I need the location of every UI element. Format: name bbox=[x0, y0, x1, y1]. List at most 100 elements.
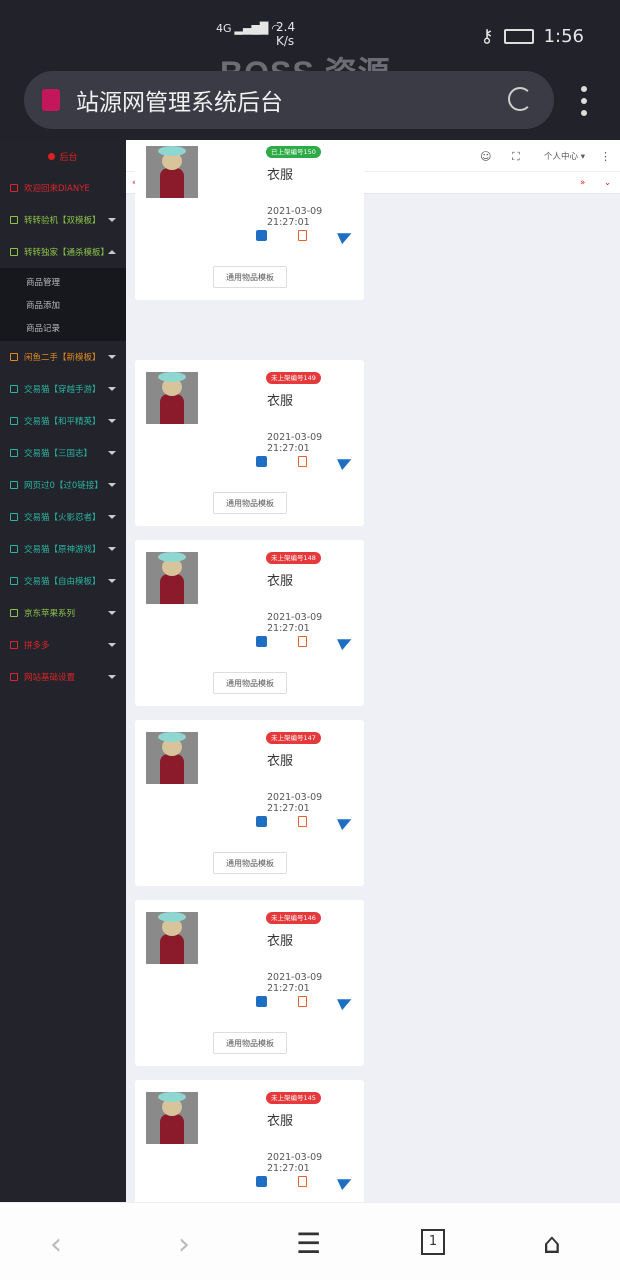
menu-icon[interactable]: ☰ bbox=[296, 1227, 321, 1260]
sidebar-item[interactable]: 欢迎回来DIANYE bbox=[0, 172, 126, 204]
circle-icon bbox=[10, 641, 18, 649]
submenu-item[interactable]: 商品管理 bbox=[0, 270, 126, 293]
product-time: 2021-03-09 21:27:01 bbox=[267, 432, 323, 454]
tabs-count-button[interactable]: 1 bbox=[421, 1229, 445, 1255]
caret-down-icon bbox=[108, 419, 116, 423]
template-button[interactable]: 通用物品模板 bbox=[213, 852, 287, 874]
site-favicon bbox=[42, 89, 60, 111]
product-time: 2021-03-09 21:27:01 bbox=[267, 972, 323, 994]
caret-down-icon bbox=[108, 355, 116, 359]
sidebar-item-label: 拼多多 bbox=[24, 641, 50, 651]
product-name: 衣服 bbox=[267, 1114, 294, 1129]
sidebar-item-label: 网站基础设置 bbox=[24, 673, 76, 683]
edit-icon[interactable] bbox=[256, 456, 267, 467]
home-icon[interactable]: ⌂ bbox=[543, 1227, 561, 1260]
sidebar-item[interactable]: 交易猫【三国志】 bbox=[0, 437, 126, 469]
product-name: 衣服 bbox=[267, 754, 294, 769]
send-icon[interactable] bbox=[337, 227, 354, 245]
caret-down-icon bbox=[108, 643, 116, 647]
send-icon[interactable] bbox=[337, 633, 354, 651]
status-badge: 未上架编号149 bbox=[266, 372, 321, 384]
sidebar-item-label: 转转独家【通杀模板】 bbox=[24, 248, 110, 258]
address-bar[interactable]: 站源网管理系统后台 bbox=[24, 71, 554, 129]
sidebar-item[interactable]: 交易猫【火影忍者】 bbox=[0, 501, 126, 533]
sidebar-item-label: 交易猫【和平精英】 bbox=[24, 417, 101, 427]
template-button[interactable]: 通用物品模板 bbox=[213, 672, 287, 694]
trash-icon[interactable] bbox=[298, 456, 307, 467]
speed-unit: K/s bbox=[276, 34, 295, 48]
sidebar-item-label: 京东苹果系列 bbox=[24, 609, 76, 619]
status-badge: 未上架编号146 bbox=[266, 912, 321, 924]
sidebar-item[interactable]: 转转独家【通杀模板】 bbox=[0, 236, 126, 268]
trash-icon[interactable] bbox=[298, 230, 307, 241]
user-icon bbox=[10, 184, 18, 192]
send-icon[interactable] bbox=[337, 1173, 354, 1191]
caret-down-icon bbox=[108, 483, 116, 487]
sidebar-item-label: 交易猫【三国志】 bbox=[24, 449, 93, 459]
more-menu-icon[interactable] bbox=[580, 86, 588, 116]
sidebar-item[interactable]: 交易猫【和平精英】 bbox=[0, 405, 126, 437]
send-icon[interactable] bbox=[337, 453, 354, 471]
thumb-icon bbox=[10, 545, 18, 553]
sidebar-item[interactable]: 交易猫【原神游戏】 bbox=[0, 533, 126, 565]
status-badge: 已上架编号150 bbox=[266, 146, 321, 158]
product-thumbnail bbox=[146, 912, 198, 964]
template-button[interactable]: 通用物品模板 bbox=[213, 1032, 287, 1054]
speed-value: 2.4 bbox=[276, 20, 296, 34]
more-vert-icon[interactable]: ⋮ bbox=[600, 150, 611, 163]
theme-icon[interactable]: ☺ bbox=[480, 150, 491, 163]
trash-icon[interactable] bbox=[298, 636, 307, 647]
forward-icon[interactable]: › bbox=[178, 1227, 190, 1262]
send-icon[interactable] bbox=[337, 993, 354, 1011]
template-button[interactable]: 通用物品模板 bbox=[213, 266, 287, 288]
sidebar-item[interactable]: 京东苹果系列 bbox=[0, 597, 126, 629]
sidebar-item[interactable]: 转转验机【双模板】 bbox=[0, 204, 126, 236]
battery-icon bbox=[503, 29, 534, 44]
edit-icon[interactable] bbox=[256, 636, 267, 647]
trash-icon[interactable] bbox=[298, 1176, 307, 1187]
sidebar-item[interactable]: 交易猫【自由模板】 bbox=[0, 565, 126, 597]
sidebar-header[interactable]: 后台 bbox=[0, 140, 126, 172]
sidebar-item-label: 交易猫【穿越手游】 bbox=[24, 385, 101, 395]
sidebar-item[interactable]: 网页过0【过0链接】 bbox=[0, 469, 126, 501]
sidebar-item[interactable]: 网站基础设置 bbox=[0, 661, 126, 693]
template-button[interactable]: 通用物品模板 bbox=[213, 492, 287, 514]
thumb-icon bbox=[10, 385, 18, 393]
edit-icon[interactable] bbox=[256, 230, 267, 241]
thumb-icon bbox=[10, 513, 18, 521]
tab-dropdown-icon[interactable]: ⌄ bbox=[604, 172, 611, 194]
reload-icon[interactable] bbox=[508, 87, 532, 111]
sidebar: 后台 欢迎回来DIANYE 转转验机【双模板】转转独家【通杀模板】商品管理 商品添加… bbox=[0, 140, 126, 1202]
sidebar-item[interactable]: 交易猫【穿越手游】 bbox=[0, 373, 126, 405]
trash-icon[interactable] bbox=[298, 996, 307, 1007]
caret-down-icon bbox=[108, 451, 116, 455]
submenu-item[interactable]: 商品添加 bbox=[0, 293, 126, 316]
trash-icon[interactable] bbox=[298, 816, 307, 827]
edit-icon[interactable] bbox=[256, 816, 267, 827]
product-card: 未上架编号148 衣服 2021-03-09 21:27:01 通用物品模板 bbox=[135, 540, 364, 706]
send-icon[interactable] bbox=[337, 813, 354, 831]
edit-icon[interactable] bbox=[256, 1176, 267, 1187]
submenu-item[interactable]: 商品记录 bbox=[0, 316, 126, 339]
edit-icon[interactable] bbox=[256, 996, 267, 1007]
product-card: 未上架编号147 衣服 2021-03-09 21:27:01 通用物品模板 bbox=[135, 720, 364, 886]
product-card: 未上架编号149 衣服 2021-03-09 21:27:01 通用物品模板 bbox=[135, 360, 364, 526]
product-thumbnail bbox=[146, 1092, 198, 1144]
status-badge: 未上架编号145 bbox=[266, 1092, 321, 1104]
network-speed: 2.4 K/s bbox=[276, 20, 295, 48]
product-time: 2021-03-09 21:27:01 bbox=[267, 792, 323, 814]
sidebar-item-label: 欢迎回来DIANYE bbox=[24, 184, 90, 194]
product-card: 未上架编号146 衣服 2021-03-09 21:27:01 通用物品模板 bbox=[135, 900, 364, 1066]
sidebar-item[interactable]: 拼多多 bbox=[0, 629, 126, 661]
scroll-right-icon[interactable]: » bbox=[580, 172, 585, 194]
fullscreen-icon[interactable]: ⛶ bbox=[512, 150, 520, 164]
product-name: 衣服 bbox=[267, 168, 294, 183]
gear-icon bbox=[10, 673, 18, 681]
square-icon bbox=[10, 248, 18, 256]
user-center-dropdown[interactable]: 个人中心 ▾ bbox=[544, 150, 585, 162]
product-thumbnail bbox=[146, 732, 198, 784]
back-icon[interactable]: ‹ bbox=[50, 1227, 62, 1262]
product-thumbnail bbox=[146, 552, 198, 604]
caret-down-icon bbox=[108, 675, 116, 679]
sidebar-item[interactable]: 闲鱼二手【新模板】 bbox=[0, 341, 126, 373]
